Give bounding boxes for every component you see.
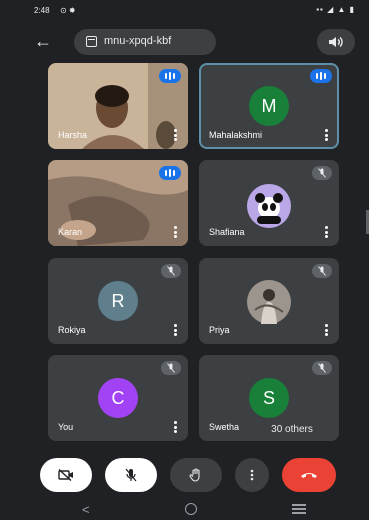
mic-off-icon bbox=[167, 266, 175, 276]
camera-off-icon bbox=[58, 469, 73, 481]
calendar-icon bbox=[86, 36, 97, 47]
speaking-indicator bbox=[159, 69, 181, 83]
participant-name: Harsha bbox=[58, 130, 88, 140]
meeting-info-button[interactable]: mnu-xpqd-kbf bbox=[74, 29, 216, 55]
participant-name: Shafiana bbox=[209, 227, 245, 237]
panda-avatar-image bbox=[247, 184, 291, 228]
more-options-icon[interactable] bbox=[174, 226, 178, 238]
more-options-button[interactable] bbox=[235, 458, 269, 492]
mic-muted-indicator bbox=[312, 264, 332, 278]
mic-off-icon bbox=[125, 468, 137, 482]
more-vertical-icon bbox=[250, 469, 254, 481]
mic-off-icon bbox=[318, 363, 326, 373]
avatar: R bbox=[98, 281, 138, 321]
participant-tile-harsha[interactable]: Harsha bbox=[48, 63, 188, 149]
speaking-indicator bbox=[310, 69, 332, 83]
mic-muted-indicator bbox=[161, 264, 181, 278]
status-bar: 2:48 ⊙ ✸ ▪▪ ◢ ▲ ▮ bbox=[0, 0, 369, 22]
participant-name: Karan bbox=[58, 227, 83, 237]
end-call-icon bbox=[301, 473, 317, 478]
participant-name: Priya bbox=[209, 325, 230, 335]
more-options-icon[interactable] bbox=[174, 421, 178, 433]
participant-name: You bbox=[58, 422, 74, 432]
more-options-icon[interactable] bbox=[174, 129, 178, 141]
audio-output-button[interactable] bbox=[317, 29, 355, 55]
system-icons: ▪▪ ◢ ▲ ▮ bbox=[316, 5, 355, 14]
mic-muted-indicator bbox=[161, 361, 181, 375]
system-nav-bar: < bbox=[0, 498, 369, 520]
meeting-code: mnu-xpqd-kbf bbox=[104, 35, 172, 47]
status-time: 2:48 bbox=[34, 6, 50, 15]
more-options-icon[interactable] bbox=[325, 226, 329, 238]
avatar: M bbox=[249, 86, 289, 126]
nav-back-icon[interactable]: < bbox=[82, 502, 90, 517]
arrow-left-icon: ← bbox=[34, 31, 52, 51]
participant-tile-priya[interactable]: Priya bbox=[199, 258, 339, 344]
notification-icons: ⊙ ✸ bbox=[60, 6, 76, 15]
avatar: S bbox=[249, 378, 289, 418]
raise-hand-button[interactable] bbox=[170, 458, 222, 492]
raise-hand-icon bbox=[189, 468, 200, 482]
end-call-button[interactable] bbox=[282, 458, 336, 492]
mic-off-icon bbox=[318, 266, 326, 276]
participant-name: Rokiya bbox=[58, 325, 86, 335]
more-options-icon[interactable] bbox=[174, 324, 178, 336]
participant-tile-you[interactable]: C You bbox=[48, 355, 188, 441]
nav-home-icon[interactable] bbox=[185, 503, 197, 515]
speaker-icon bbox=[329, 36, 343, 48]
more-options-icon[interactable] bbox=[325, 129, 329, 141]
others-count-button[interactable]: 30 others bbox=[253, 420, 331, 440]
call-controls bbox=[30, 458, 336, 492]
participant-name: Mahalakshmi bbox=[209, 130, 263, 140]
mic-muted-indicator bbox=[312, 361, 332, 375]
back-button[interactable]: ← bbox=[30, 28, 56, 54]
profile-photo-image bbox=[247, 280, 291, 324]
camera-toggle-button[interactable] bbox=[40, 458, 92, 492]
participant-tile-mahalakshmi[interactable]: M Mahalakshmi bbox=[199, 63, 339, 149]
participant-name: Swetha bbox=[209, 422, 240, 432]
participant-tile-shafiana[interactable]: Shafiana bbox=[199, 160, 339, 246]
mic-toggle-button[interactable] bbox=[105, 458, 157, 492]
more-options-icon[interactable] bbox=[325, 324, 329, 336]
avatar: C bbox=[98, 378, 138, 418]
nav-recents-icon[interactable] bbox=[292, 504, 306, 514]
mic-muted-indicator bbox=[312, 166, 332, 180]
mic-off-icon bbox=[318, 168, 326, 178]
participant-tile-rokiya[interactable]: R Rokiya bbox=[48, 258, 188, 344]
meet-screen: 2:48 ⊙ ✸ ▪▪ ◢ ▲ ▮ ← mnu-xpqd-kbf Harsha bbox=[0, 0, 369, 520]
speaking-indicator bbox=[159, 166, 181, 180]
mic-off-icon bbox=[167, 363, 175, 373]
participant-tile-karan[interactable]: Karan bbox=[48, 160, 188, 246]
